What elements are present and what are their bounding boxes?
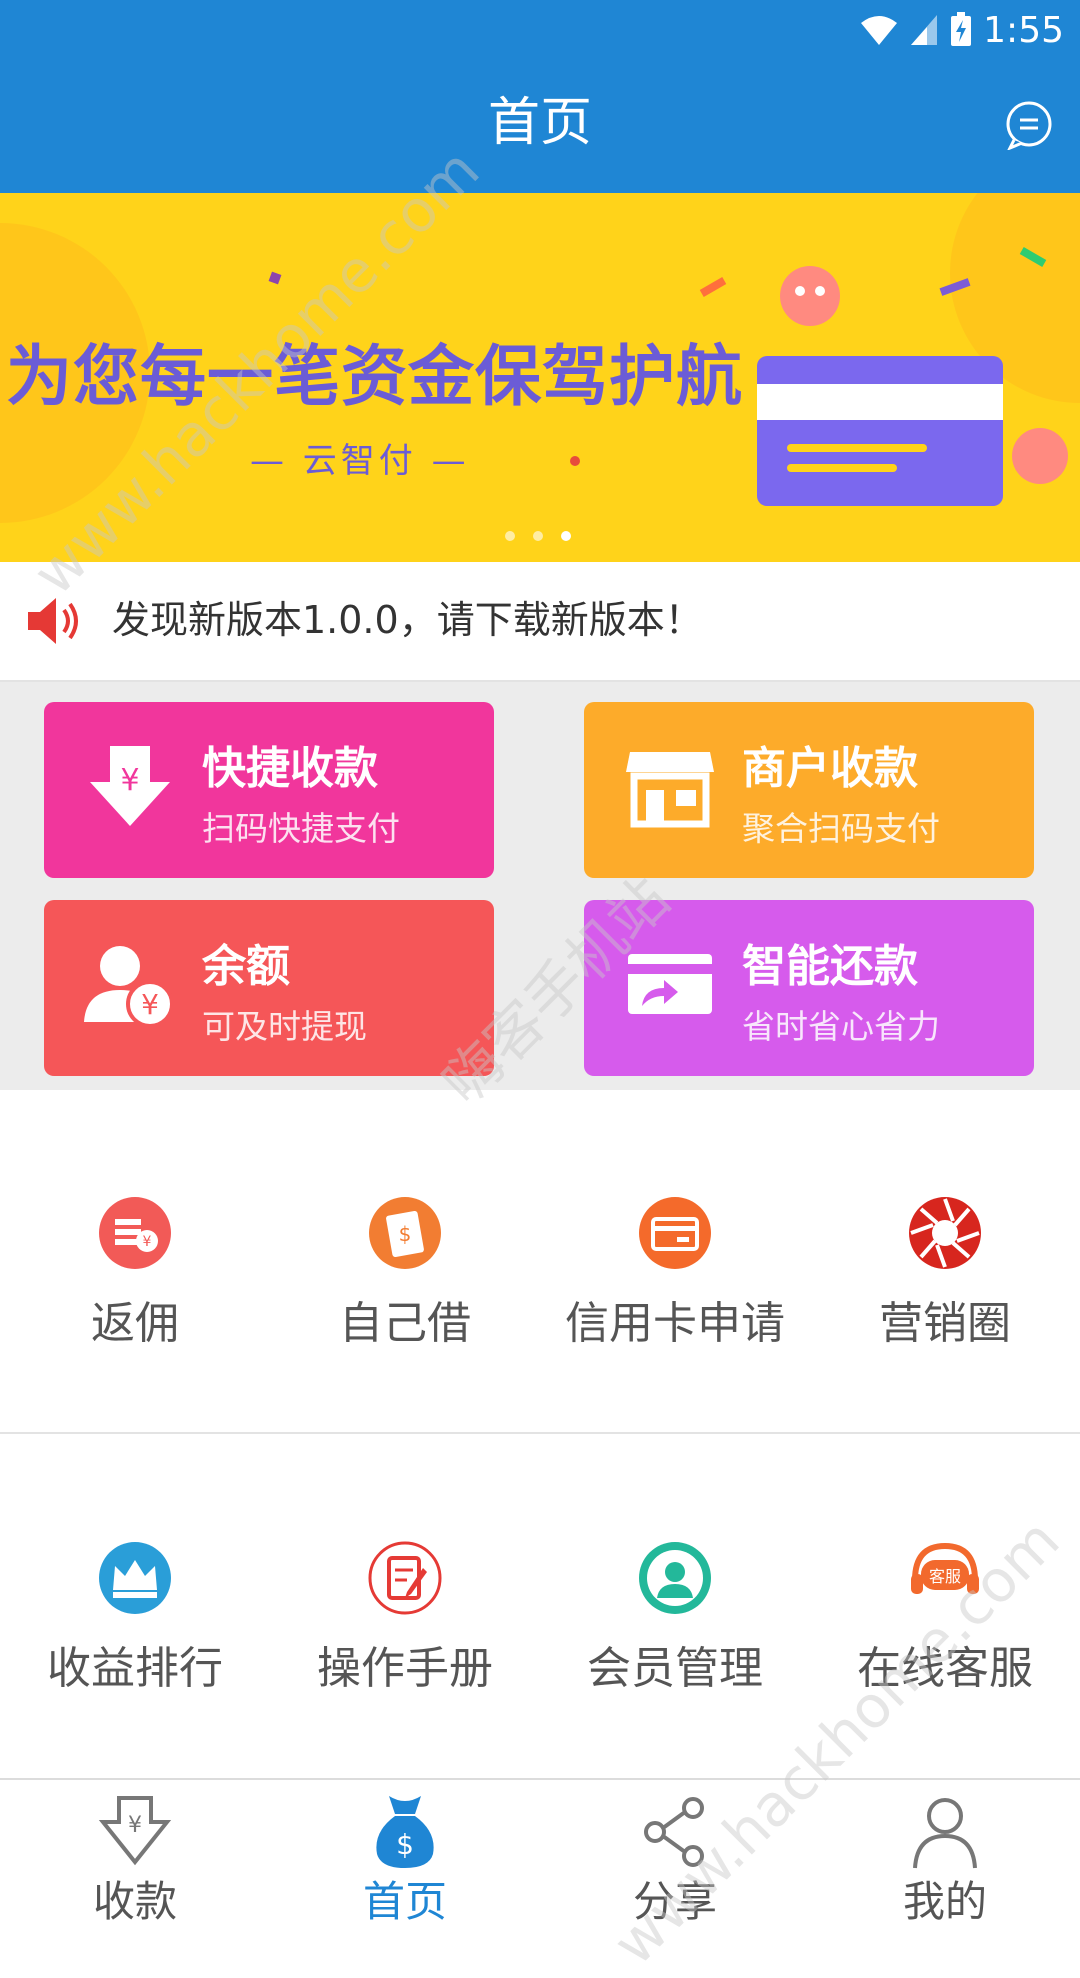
menu-self-borrow[interactable]: $ 自己借 <box>270 1195 540 1351</box>
menu-member-management[interactable]: 会员管理 <box>540 1540 810 1696</box>
svg-text:$: $ <box>396 1828 414 1861</box>
carousel-dot-active[interactable] <box>561 531 571 541</box>
menu-label: 自己借 <box>339 1298 471 1349</box>
speaker-icon <box>28 598 78 644</box>
storefront-icon <box>626 752 714 828</box>
menu-label: 操作手册 <box>317 1643 493 1694</box>
carousel-dot[interactable] <box>505 531 515 541</box>
menu-label: 信用卡申请 <box>565 1298 785 1349</box>
bank-card-illustration <box>757 356 1003 506</box>
menu-marketing-circle[interactable]: 营销圈 <box>810 1195 1080 1351</box>
section-divider <box>0 1432 1080 1434</box>
menu-online-service[interactable]: 客服 在线客服 <box>810 1540 1080 1696</box>
money-bag-icon: $ <box>376 1796 434 1868</box>
tile-subtitle: 可及时提现 <box>202 1007 367 1046</box>
menu-label: 会员管理 <box>587 1643 763 1694</box>
banner-slogan: 为您每一笔资金保驾护航 <box>6 338 743 415</box>
menu-label: 在线客服 <box>857 1643 1033 1694</box>
menu-credit-card-apply[interactable]: 信用卡申请 <box>540 1195 810 1351</box>
tile-balance[interactable]: ¥ 余额 可及时提现 <box>44 900 494 1076</box>
battery-charging-icon <box>951 12 972 46</box>
tile-smart-repay[interactable]: 智能还款 省时省心省力 <box>584 900 1034 1076</box>
nav-home[interactable]: $ 首页 <box>270 1780 540 1926</box>
manual-icon <box>368 1541 442 1615</box>
svg-text:$: $ <box>399 1222 412 1246</box>
svg-text:¥: ¥ <box>120 763 139 798</box>
carousel-indicator <box>505 531 571 541</box>
svg-text:¥: ¥ <box>141 988 159 1021</box>
customer-service-icon: 客服 <box>911 1542 979 1594</box>
top-app-bar: 1:55 首页 <box>0 0 1080 193</box>
tile-subtitle: 扫码快捷支付 <box>202 809 400 848</box>
member-icon <box>639 1542 711 1614</box>
menu-label: 返佣 <box>91 1298 179 1349</box>
menu-label: 收益排行 <box>47 1643 223 1694</box>
page-title: 首页 <box>487 93 592 153</box>
menu-earnings-ranking[interactable]: 收益排行 <box>0 1540 270 1696</box>
notice-bar[interactable]: 发现新版本1.0.0，请下载新版本！ <box>0 562 1080 682</box>
nav-mine[interactable]: 我的 <box>810 1780 1080 1926</box>
tile-title: 商户收款 <box>742 743 918 794</box>
rebate-icon: ¥ <box>99 1197 171 1269</box>
tile-quick-receive[interactable]: ¥ 快捷收款 扫码快捷支付 <box>44 702 494 878</box>
cell-signal-icon <box>911 15 938 45</box>
tile-merchant-receive[interactable]: 商户收款 聚合扫码支付 <box>584 702 1034 878</box>
promo-banner[interactable]: 为您每一笔资金保驾护航 — 云智付 — <box>0 193 1080 562</box>
status-bar: 1:55 <box>859 8 1064 52</box>
service-badge-text: 客服 <box>929 1567 961 1586</box>
banner-subtitle: — 云智付 — <box>250 441 470 481</box>
feature-tiles: ¥ 快捷收款 扫码快捷支付 商户收款 聚合扫码支付 ¥ 余额 可及时提现 智能还… <box>0 682 1080 1090</box>
chat-bubble-icon[interactable] <box>1004 100 1054 150</box>
credit-card-icon <box>639 1197 711 1269</box>
crown-icon <box>99 1542 171 1614</box>
tile-title: 快捷收款 <box>202 743 378 794</box>
borrow-icon: $ <box>369 1197 441 1269</box>
receive-yen-icon: ¥ <box>98 1796 172 1866</box>
user-yen-icon: ¥ <box>84 946 174 1028</box>
menu-operation-manual[interactable]: 操作手册 <box>270 1540 540 1696</box>
tile-subtitle: 聚合扫码支付 <box>742 809 940 848</box>
tile-title: 智能还款 <box>742 941 918 992</box>
tile-title: 余额 <box>202 941 290 992</box>
wifi-icon <box>861 16 898 45</box>
menu-rebate[interactable]: ¥ 返佣 <box>0 1195 270 1351</box>
nav-share[interactable]: 分享 <box>540 1780 810 1926</box>
card-repay-icon <box>628 954 712 1014</box>
menu-label: 营销圈 <box>879 1298 1011 1349</box>
svg-text:¥: ¥ <box>128 1813 142 1838</box>
nav-receive[interactable]: ¥ 收款 <box>0 1780 270 1926</box>
carousel-dot[interactable] <box>533 531 543 541</box>
download-yen-icon: ¥ <box>90 746 170 826</box>
status-time: 1:55 <box>983 9 1064 51</box>
share-icon <box>644 1797 704 1867</box>
aperture-icon <box>909 1197 981 1269</box>
svg-text:¥: ¥ <box>143 1234 152 1250</box>
person-icon <box>913 1798 977 1869</box>
tile-subtitle: 省时省心省力 <box>742 1007 940 1046</box>
bottom-navigation: ¥ 收款 $ 首页 分享 我的 <box>0 1778 1080 1926</box>
notice-text: 发现新版本1.0.0，请下载新版本！ <box>112 598 703 642</box>
